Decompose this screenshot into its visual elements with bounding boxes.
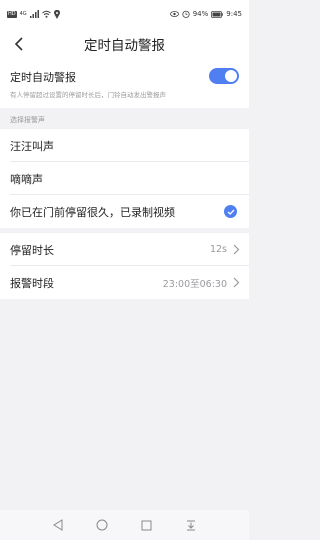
timed-alarm-toggle[interactable] <box>209 68 239 84</box>
back-button[interactable] <box>9 34 29 54</box>
sound-option-bark[interactable]: 汪汪叫声 <box>0 129 249 162</box>
network-label: 4G <box>19 11 27 17</box>
sound-section-label: 选择报警声 <box>10 116 45 124</box>
sound-option-voice[interactable]: 你已在门前停留很久，已录制视频 <box>0 195 249 228</box>
circle-home-icon <box>96 519 108 531</box>
stay-duration-value: 12s <box>209 244 227 255</box>
toggle-knob <box>225 70 237 82</box>
sound-option-label: 嘀嘀声 <box>10 172 43 186</box>
nav-back-button[interactable] <box>50 517 66 533</box>
triangle-back-icon <box>53 519 63 531</box>
status-bar: HD 4G 94% 9:45 <box>0 0 249 28</box>
nav-home-button[interactable] <box>94 517 110 533</box>
timed-alarm-label: 定时自动警报 <box>10 71 76 84</box>
nav-bar: 定时自动警报 <box>0 28 249 60</box>
page-title: 定时自动警报 <box>84 38 165 54</box>
chevron-right-icon <box>233 244 240 255</box>
status-bar-left: HD 4G <box>7 9 60 19</box>
nav-recents-button[interactable] <box>139 517 155 533</box>
hd-badge: HD <box>7 10 17 18</box>
nav-notifications-button[interactable] <box>183 517 199 533</box>
timed-alarm-description: 有人停留超过设置的停留时长后，门铃自动发出警报声 <box>10 91 166 99</box>
alarm-period-label: 报警时段 <box>10 276 54 290</box>
selected-check-icon <box>224 205 237 218</box>
alarm-period-value: 23:00至06:30 <box>162 278 227 290</box>
wifi-icon <box>41 10 51 18</box>
signal-icon <box>29 10 39 18</box>
stay-duration-row[interactable]: 停留时长 12s <box>0 233 249 266</box>
status-bar-right: 94% 9:45 <box>169 10 242 18</box>
sound-option-label: 汪汪叫声 <box>10 139 54 153</box>
alarm-period-row[interactable]: 报警时段 23:00至06:30 <box>0 266 249 299</box>
stay-duration-label: 停留时长 <box>10 243 54 257</box>
alarm-clock-icon <box>182 10 190 18</box>
pull-down-icon <box>186 520 195 531</box>
eye-icon <box>169 11 179 17</box>
sound-option-label: 你已在门前停留很久，已录制视频 <box>10 205 175 219</box>
battery-percent: 94% <box>192 10 209 18</box>
settings-list: 停留时长 12s 报警时段 23:00至06:30 <box>0 233 249 299</box>
chevron-left-icon <box>14 37 23 51</box>
square-recents-icon <box>141 520 152 530</box>
timed-alarm-card: 定时自动警报 有人停留超过设置的停留时长后，门铃自动发出警报声 <box>0 60 249 108</box>
sound-option-beep[interactable]: 嘀嘀声 <box>0 162 249 195</box>
chevron-right-icon <box>233 277 240 288</box>
system-nav-bar <box>0 510 249 540</box>
clock-time: 9:45 <box>226 10 242 18</box>
sound-options-list: 汪汪叫声 嘀嘀声 你已在门前停留很久，已录制视频 <box>0 129 249 228</box>
battery-icon <box>211 10 224 18</box>
location-icon <box>53 9 60 19</box>
